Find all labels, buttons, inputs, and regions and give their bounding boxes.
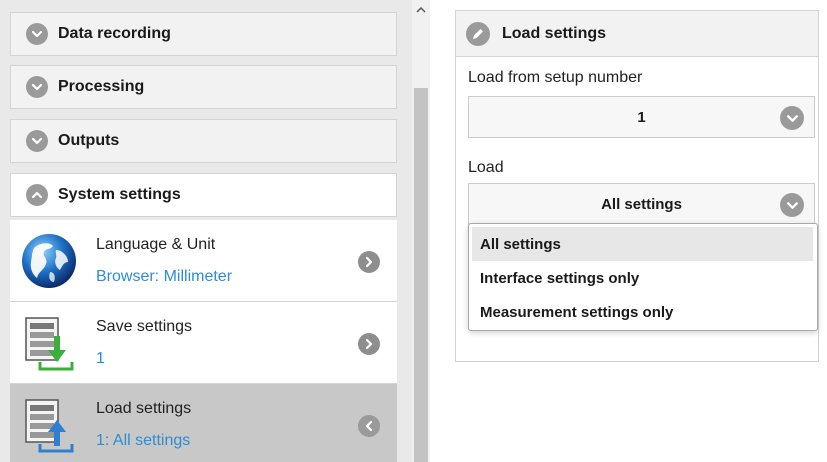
option-label: Interface settings only	[480, 269, 640, 287]
load-settings-icon	[18, 394, 80, 456]
load-select[interactable]: All settings	[468, 183, 815, 225]
panel-header: Load settings	[456, 11, 818, 57]
setup-number-label: Load from setup number	[468, 69, 643, 86]
chevron-up-icon	[26, 184, 48, 206]
chevron-down-icon	[780, 193, 804, 217]
option-label: All settings	[480, 235, 561, 253]
settings-sidebar: Data recording Processing Outputs System…	[0, 0, 412, 462]
load-label: Load	[468, 159, 504, 176]
scrollbar-thumb[interactable]	[414, 88, 428, 462]
item-title: Save settings	[96, 318, 193, 335]
item-save-settings[interactable]: Save settings 1	[10, 302, 397, 384]
globe-icon	[18, 230, 80, 292]
option-all-settings[interactable]: All settings	[472, 227, 813, 261]
load-select-value: All settings	[601, 195, 682, 213]
section-system-settings[interactable]: System settings	[10, 173, 397, 217]
scroll-up-arrow-icon[interactable]	[412, 0, 430, 20]
option-measurement-settings-only[interactable]: Measurement settings only	[472, 295, 813, 329]
section-label: System settings	[58, 186, 181, 203]
chevron-left-icon[interactable]	[358, 415, 380, 437]
item-load-settings[interactable]: Load settings 1: All settings	[10, 384, 397, 462]
chevron-down-icon	[780, 106, 804, 130]
panel-title: Load settings	[502, 24, 607, 42]
pencil-icon	[466, 21, 490, 46]
item-value: 1	[96, 350, 105, 367]
section-label: Outputs	[58, 132, 120, 149]
item-language-unit[interactable]: Language & Unit Browser: Millimeter	[10, 220, 397, 302]
item-title: Language & Unit	[96, 236, 216, 253]
chevron-down-icon	[26, 76, 48, 98]
chevron-right-icon[interactable]	[358, 333, 380, 355]
chevron-down-icon	[26, 23, 48, 45]
chevron-down-icon	[26, 130, 48, 152]
option-interface-settings-only[interactable]: Interface settings only	[472, 261, 813, 295]
item-value: Browser: Millimeter	[96, 268, 233, 285]
section-processing[interactable]: Processing	[10, 65, 397, 109]
item-value: 1: All settings	[96, 432, 191, 449]
chevron-right-icon[interactable]	[358, 251, 380, 273]
item-title: Load settings	[96, 400, 192, 417]
setup-number-value: 1	[637, 108, 646, 126]
load-options-dropdown: All settings Interface settings only Mea…	[468, 223, 818, 331]
section-label: Processing	[58, 78, 145, 95]
option-label: Measurement settings only	[480, 303, 674, 321]
save-settings-icon	[18, 312, 80, 374]
sidebar-scrollbar[interactable]	[412, 0, 430, 462]
setup-number-select[interactable]: 1	[468, 96, 815, 138]
section-data-recording[interactable]: Data recording	[10, 12, 397, 56]
section-outputs[interactable]: Outputs	[10, 119, 397, 163]
section-label: Data recording	[58, 25, 171, 42]
